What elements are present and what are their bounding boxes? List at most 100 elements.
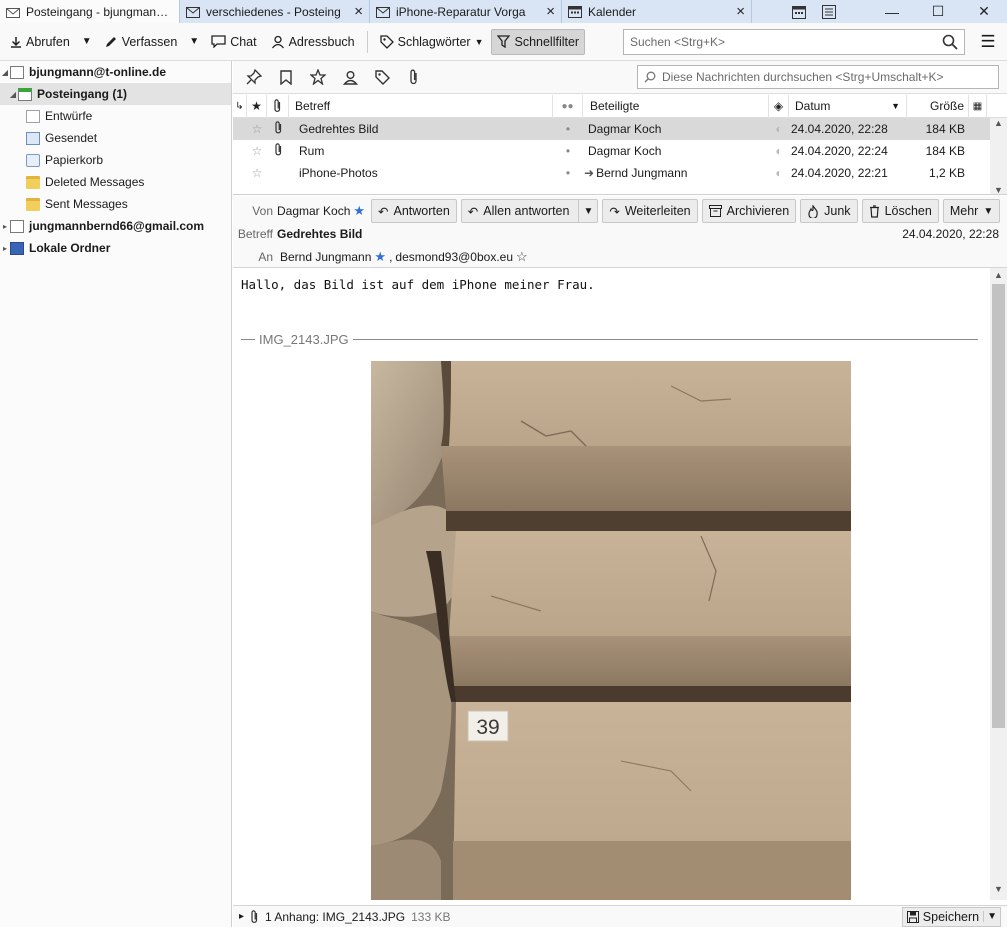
folder-sent[interactable]: Gesendet: [0, 127, 231, 149]
folder-deleted-messages[interactable]: Deleted Messages: [0, 171, 231, 193]
message-row[interactable]: ☆ iPhone-Photos • ➜ Bernd Jungmann ◐ 24.0…: [233, 162, 1007, 184]
minimize-icon[interactable]: —: [869, 0, 915, 23]
from-field[interactable]: Dagmar Koch ★: [277, 203, 365, 219]
read-dot-icon[interactable]: •: [553, 122, 583, 136]
read-dot-icon[interactable]: •: [553, 166, 583, 180]
tasks-icon[interactable]: [822, 4, 836, 19]
junk-status-icon[interactable]: ◐: [769, 166, 789, 180]
attachment-column-icon[interactable]: [267, 95, 289, 118]
close-icon[interactable]: ×: [736, 4, 745, 19]
scroll-down-icon[interactable]: ▼: [994, 185, 1003, 194]
save-attachment-button[interactable]: Speichern ▼: [901, 906, 1001, 927]
hamburger-menu-icon[interactable]: ☰: [973, 29, 1003, 55]
folder-account-gmail[interactable]: ▸ jungmannbernd66@gmail.com: [0, 215, 231, 237]
collapse-icon[interactable]: ◢: [0, 68, 10, 77]
folder-sent-messages[interactable]: Sent Messages: [0, 193, 231, 215]
maximize-icon[interactable]: ☐: [915, 0, 961, 23]
contact-filter-icon[interactable]: [337, 65, 363, 89]
attachment-filter-icon[interactable]: [401, 65, 427, 89]
thread-read-column-icon[interactable]: ●●: [553, 95, 583, 118]
contact-star-icon[interactable]: ★: [374, 249, 386, 265]
add-contact-star-icon[interactable]: ☆: [516, 249, 528, 265]
tab-iphone-reparatur[interactable]: iPhone-Reparatur Vorga ×: [370, 0, 562, 23]
tab-verschiedenes[interactable]: verschiedenes - Posteing ×: [180, 0, 370, 23]
folder-drafts[interactable]: Entwürfe: [0, 105, 231, 127]
expand-icon[interactable]: ▸: [0, 222, 10, 231]
chevron-down-icon[interactable]: ▼: [578, 200, 597, 222]
tags-button[interactable]: Schlagwörter ▼: [374, 29, 490, 55]
scroll-down-icon[interactable]: ▼: [990, 884, 1007, 898]
pin-icon[interactable]: [241, 65, 267, 89]
thread-column-icon[interactable]: ↳: [233, 95, 247, 118]
read-dot-icon[interactable]: •: [553, 144, 583, 158]
address-book-button[interactable]: Adressbuch: [265, 29, 361, 55]
chat-button[interactable]: Chat: [205, 29, 262, 55]
sort-chevron-icon: ▼: [891, 101, 900, 111]
tab-kalender[interactable]: Kalender ×: [562, 0, 752, 23]
forward-button[interactable]: ↷ Weiterleiten: [602, 199, 698, 223]
junk-status-icon[interactable]: ◐: [769, 144, 789, 158]
size-column-header[interactable]: Größe: [907, 95, 969, 118]
folder-local[interactable]: ▸ Lokale Ordner: [0, 237, 231, 259]
reply-label: Antworten: [393, 204, 450, 218]
contact-star-icon[interactable]: ★: [353, 203, 365, 219]
quick-filter-button[interactable]: Schnellfilter: [491, 28, 586, 55]
reply-button[interactable]: ↶ Antworten: [371, 199, 457, 223]
scrollbar-thumb[interactable]: [992, 284, 1005, 728]
correspondents-column-header[interactable]: Beteiligte: [583, 95, 769, 118]
attachment-summary[interactable]: 1 Anhang: IMG_2143.JPG: [265, 910, 405, 924]
global-search-input[interactable]: Suchen <Strg+K>: [623, 28, 965, 55]
recipient-name[interactable]: Bernd Jungmann: [280, 250, 371, 264]
junk-status-icon[interactable]: ◐: [769, 122, 789, 136]
scroll-up-icon[interactable]: ▲: [990, 270, 1007, 284]
quick-filter-search-input[interactable]: Diese Nachrichten durchsuchen <Strg+Umsc…: [637, 65, 999, 89]
star-icon[interactable]: ☆: [247, 166, 267, 180]
more-button[interactable]: Mehr ▼: [942, 199, 1001, 223]
star-icon[interactable]: ☆: [247, 122, 267, 136]
chevron-down-icon: ▼: [81, 36, 92, 47]
scroll-up-icon[interactable]: ▲: [994, 118, 1003, 128]
starred-filter-icon[interactable]: [305, 65, 331, 89]
message-row[interactable]: ☆ Gedrehtes Bild • Dagmar Koch ◐ 24.04.2…: [233, 118, 1007, 140]
recipient-email[interactable]: desmond93@0box.eu: [395, 250, 513, 264]
junk-column-icon[interactable]: ◈: [769, 95, 789, 118]
flame-icon: [808, 204, 818, 218]
close-window-icon[interactable]: ✕: [961, 0, 1007, 23]
star-column-icon[interactable]: ★: [247, 95, 267, 118]
collapse-icon[interactable]: ◢: [8, 90, 18, 99]
write-button[interactable]: Verfassen: [98, 29, 184, 55]
message-row[interactable]: ☆ Rum • Dagmar Koch ◐ 24.04.2020, 22:24 …: [233, 140, 1007, 162]
archive-button[interactable]: Archivieren: [701, 199, 797, 223]
close-icon[interactable]: ×: [546, 4, 555, 19]
column-picker-icon[interactable]: ▦: [969, 95, 987, 118]
reply-all-button[interactable]: ↶ Allen antworten ▼: [460, 199, 599, 223]
date-column-header[interactable]: Datum ▼: [789, 95, 907, 118]
thread-scrollbar[interactable]: ▲ ▼: [990, 118, 1007, 194]
expand-attachments-icon[interactable]: ▸: [239, 911, 244, 922]
account-icon: [10, 65, 24, 79]
tab-inbox[interactable]: Posteingang - bjungmann@: [0, 0, 180, 23]
chevron-down-icon[interactable]: ▼: [983, 911, 1000, 922]
save-main[interactable]: Speichern: [903, 910, 983, 924]
write-dropdown[interactable]: ▼: [185, 29, 203, 55]
junk-label: Junk: [824, 204, 851, 218]
close-icon[interactable]: ×: [354, 4, 363, 19]
subject-column-header[interactable]: Betreff: [289, 95, 553, 118]
folder-trash[interactable]: Papierkorb: [0, 149, 231, 171]
folder-inbox[interactable]: ◢ Posteingang (1): [0, 83, 231, 105]
junk-button[interactable]: Junk: [800, 199, 858, 223]
tag-icon: [379, 34, 394, 49]
get-messages-button[interactable]: Abrufen: [4, 29, 76, 55]
expand-icon[interactable]: ▸: [0, 244, 10, 253]
body-scrollbar[interactable]: ▲ ▼: [990, 268, 1007, 900]
unread-filter-icon[interactable]: [273, 65, 299, 89]
folder-account-tonline[interactable]: ◢ bjungmann@t-online.de: [0, 61, 231, 83]
calendar-icon[interactable]: [792, 5, 806, 19]
message-subject: Gedrehtes Bild: [299, 122, 379, 136]
attachment-image[interactable]: 39: [371, 361, 851, 900]
star-icon[interactable]: ☆: [247, 144, 267, 158]
get-messages-dropdown[interactable]: ▼: [78, 29, 96, 55]
mail-icon: [376, 6, 390, 18]
tag-filter-icon[interactable]: [369, 65, 395, 89]
delete-button[interactable]: Löschen: [861, 199, 939, 223]
